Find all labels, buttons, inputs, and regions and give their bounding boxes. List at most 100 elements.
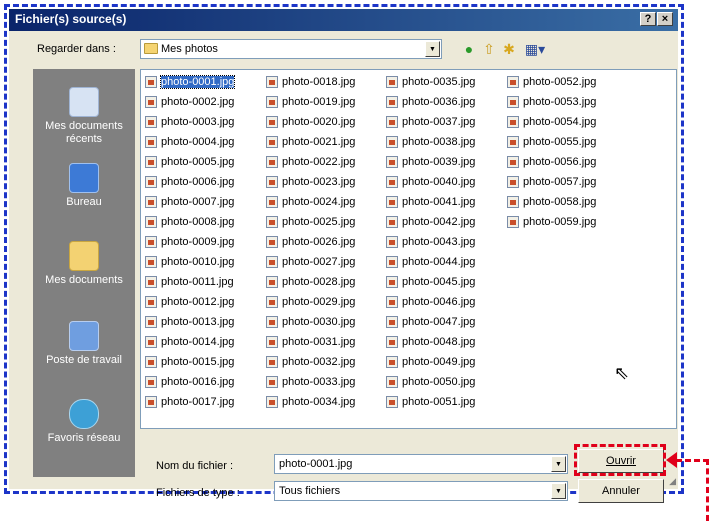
file-item[interactable]: photo-0023.jpg — [265, 172, 355, 192]
file-item[interactable]: photo-0056.jpg — [506, 152, 596, 172]
filename-input[interactable]: photo-0001.jpg ▼ — [274, 454, 568, 474]
file-item[interactable]: photo-0020.jpg — [265, 112, 355, 132]
file-item[interactable]: photo-0055.jpg — [506, 132, 596, 152]
file-item[interactable]: photo-0051.jpg — [385, 392, 475, 412]
back-icon[interactable]: ● — [460, 40, 478, 58]
file-item[interactable]: photo-0017.jpg — [144, 392, 234, 412]
file-item[interactable]: photo-0058.jpg — [506, 192, 596, 212]
file-item[interactable]: photo-0045.jpg — [385, 272, 475, 292]
place-desktop[interactable]: Bureau — [33, 163, 135, 209]
file-name: photo-0026.jpg — [282, 236, 356, 248]
file-item[interactable]: photo-0052.jpg — [506, 72, 596, 92]
file-name: photo-0039.jpg — [402, 156, 476, 168]
cancel-button[interactable]: Annuler — [578, 479, 664, 503]
my-computer-icon — [69, 321, 99, 351]
image-file-icon — [266, 76, 278, 88]
file-item[interactable]: photo-0018.jpg — [265, 72, 355, 92]
file-item[interactable]: photo-0004.jpg — [144, 132, 234, 152]
file-name: photo-0011.jpg — [161, 276, 234, 288]
my-documents-icon — [69, 241, 99, 271]
file-item[interactable]: photo-0027.jpg — [265, 252, 355, 272]
file-name: photo-0052.jpg — [523, 76, 597, 88]
file-item[interactable]: photo-0032.jpg — [265, 352, 355, 372]
file-column: photo-0001.jpg photo-0002.jpg photo-0003.j… — [144, 72, 236, 412]
file-item[interactable]: photo-0050.jpg — [385, 372, 475, 392]
file-list[interactable]: photo-0001.jpg photo-0002.jpg photo-0003.j… — [140, 69, 677, 429]
image-file-icon — [386, 216, 398, 228]
file-item[interactable]: photo-0053.jpg — [506, 92, 596, 112]
file-item[interactable]: photo-0015.jpg — [144, 352, 234, 372]
file-item[interactable]: photo-0046.jpg — [385, 292, 475, 312]
file-item[interactable]: photo-0048.jpg — [385, 332, 475, 352]
file-name: photo-0007.jpg — [161, 196, 235, 208]
file-item[interactable]: photo-0005.jpg — [144, 152, 234, 172]
file-item[interactable]: photo-0008.jpg — [144, 212, 234, 232]
title-bar[interactable]: Fichier(s) source(s) ? × — [9, 9, 678, 31]
chevron-down-icon[interactable]: ▼ — [551, 456, 566, 472]
file-item[interactable]: photo-0022.jpg — [265, 152, 355, 172]
file-item[interactable]: photo-0019.jpg — [265, 92, 355, 112]
image-file-icon — [386, 156, 398, 168]
file-item[interactable]: photo-0042.jpg — [385, 212, 475, 232]
file-item[interactable]: photo-0043.jpg — [385, 232, 475, 252]
file-item[interactable]: photo-0007.jpg — [144, 192, 234, 212]
lookin-value: Mes photos — [161, 43, 218, 55]
file-item[interactable]: photo-0003.jpg — [144, 112, 234, 132]
help-button[interactable]: ? — [640, 12, 656, 26]
file-item[interactable]: photo-0040.jpg — [385, 172, 475, 192]
views-menu-icon[interactable]: ▦▾ — [522, 40, 548, 58]
file-item[interactable]: photo-0041.jpg — [385, 192, 475, 212]
filetype-select[interactable]: Tous fichiers ▼ — [274, 481, 568, 501]
file-item[interactable]: photo-0016.jpg — [144, 372, 234, 392]
image-file-icon — [386, 356, 398, 368]
image-file-icon — [145, 316, 157, 328]
up-folder-icon[interactable]: ⇧ — [480, 40, 498, 58]
file-item[interactable]: photo-0025.jpg — [265, 212, 355, 232]
file-name: photo-0030.jpg — [282, 316, 356, 328]
file-item[interactable]: photo-0028.jpg — [265, 272, 355, 292]
file-item[interactable]: photo-0024.jpg — [265, 192, 355, 212]
file-item[interactable]: photo-0014.jpg — [144, 332, 234, 352]
place-network[interactable]: Favoris réseau — [33, 399, 135, 445]
file-item[interactable]: photo-0033.jpg — [265, 372, 355, 392]
place-my-documents[interactable]: Mes documents — [33, 241, 135, 287]
file-item[interactable]: photo-0009.jpg — [144, 232, 234, 252]
file-item[interactable]: photo-0002.jpg — [144, 92, 234, 112]
close-button[interactable]: × — [657, 12, 673, 26]
file-item[interactable]: photo-0031.jpg — [265, 332, 355, 352]
chevron-down-icon[interactable]: ▼ — [551, 483, 566, 499]
file-item[interactable]: photo-0039.jpg — [385, 152, 475, 172]
file-item[interactable]: photo-0034.jpg — [265, 392, 355, 412]
place-my-computer[interactable]: Poste de travail — [33, 321, 135, 367]
file-item[interactable]: photo-0037.jpg — [385, 112, 475, 132]
file-item[interactable]: photo-0035.jpg — [385, 72, 475, 92]
file-item[interactable]: photo-0010.jpg — [144, 252, 234, 272]
file-item[interactable]: photo-0012.jpg — [144, 292, 234, 312]
file-name: photo-0009.jpg — [161, 236, 235, 248]
file-name: photo-0023.jpg — [282, 176, 356, 188]
file-item[interactable]: photo-0047.jpg — [385, 312, 475, 332]
chevron-down-icon[interactable]: ▼ — [425, 41, 440, 57]
file-item[interactable]: photo-0038.jpg — [385, 132, 475, 152]
file-name: photo-0055.jpg — [523, 136, 597, 148]
place-recent-documents[interactable]: Mes documents récents — [33, 87, 135, 146]
file-item[interactable]: photo-0011.jpg — [144, 272, 234, 292]
file-item[interactable]: photo-0006.jpg — [144, 172, 234, 192]
file-item[interactable]: photo-0021.jpg — [265, 132, 355, 152]
file-item[interactable]: photo-0059.jpg — [506, 212, 596, 232]
file-item[interactable]: photo-0013.jpg — [144, 312, 234, 332]
file-name: photo-0034.jpg — [282, 396, 356, 408]
file-item[interactable]: photo-0001.jpg — [144, 72, 236, 92]
window-title: Fichier(s) source(s) — [15, 12, 127, 26]
file-item[interactable]: photo-0036.jpg — [385, 92, 475, 112]
file-item[interactable]: photo-0044.jpg — [385, 252, 475, 272]
new-folder-icon[interactable]: ✱ — [500, 40, 518, 58]
lookin-combo[interactable]: Mes photos ▼ — [140, 39, 442, 59]
file-item[interactable]: photo-0029.jpg — [265, 292, 355, 312]
file-item[interactable]: photo-0030.jpg — [265, 312, 355, 332]
resize-grip-icon[interactable]: ◢ — [669, 476, 676, 487]
file-item[interactable]: photo-0057.jpg — [506, 172, 596, 192]
file-item[interactable]: photo-0026.jpg — [265, 232, 355, 252]
file-item[interactable]: photo-0049.jpg — [385, 352, 475, 372]
file-item[interactable]: photo-0054.jpg — [506, 112, 596, 132]
